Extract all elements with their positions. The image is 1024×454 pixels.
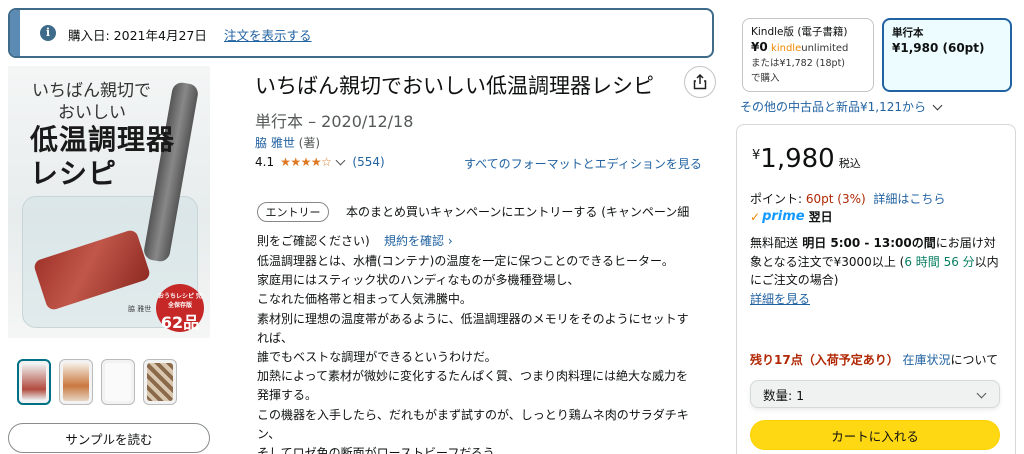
used-and-new-link[interactable]: その他の中古品と新品¥1,121から [740, 98, 949, 115]
description-line: れば、 [257, 330, 294, 345]
author-role: (著) [294, 136, 321, 150]
cover-badge-count: 62品 [160, 313, 200, 332]
points-row: ポイント: 60pt (3%) 詳細はこちら [750, 190, 945, 207]
author-link[interactable]: 脇 雅世 [255, 136, 295, 150]
delivery-info: 無料配送 明日 5:00 - 13:00の間にお届け対象となる注文で¥3000以… [750, 234, 1006, 308]
book-cover-image[interactable]: いちばん親切で おいしい 低温調理器 レシピ 脇 雅世 おうちレシピ 完全保存版… [8, 66, 210, 338]
used-and-new-label: その他の中古品と新品¥1,121から [740, 100, 926, 114]
description-line: そしてロゼ色の断面がローストビーフだろう。 [257, 446, 506, 454]
quantity-select[interactable]: 数量: 1 [750, 380, 1000, 408]
campaign-entry-button[interactable]: エントリー [257, 202, 329, 222]
kindle-unlimited-suffix: unlimited [801, 43, 849, 54]
chevron-down-icon [932, 100, 943, 110]
order-countdown: 6 時間 56 分 [904, 254, 975, 269]
format-option-kindle[interactable]: Kindle版 (電子書籍) ¥0 kindleunlimited または¥1,… [742, 18, 874, 92]
format-price: ¥1,980 (60pt) [892, 41, 985, 55]
campaign-text: 則をご確認ください) [257, 234, 370, 248]
delivery-window: 明日 5:00 - 13:00の間 [798, 236, 936, 250]
cover-badge-caption: おうちレシピ 完全保存版 [157, 293, 203, 309]
stock-status: 残り17点（入荷予定あり） 在庫状況について [750, 351, 998, 368]
format-date: 単行本 – 2020/12/18 [255, 112, 414, 131]
chevron-down-icon [976, 388, 987, 399]
chevron-down-icon[interactable] [335, 155, 346, 166]
rating-value: 4.1 [255, 155, 275, 169]
thumbnail-image [63, 363, 89, 401]
star-rating-icon[interactable]: ★★★★☆ [280, 155, 332, 169]
prime-delivery-day: 翌日 [808, 210, 833, 224]
thumbnail[interactable] [17, 359, 51, 405]
format-price: ¥0 [751, 40, 768, 54]
cover-author: 脇 雅世 [128, 305, 152, 313]
thumbnail[interactable] [143, 359, 177, 405]
free-shipping-label: 無料配送 [750, 236, 799, 250]
thumbnail-image [105, 363, 131, 401]
format-alt-price: または¥1,782 (18pt) [751, 58, 846, 69]
points-value: 60pt (3%) [805, 192, 866, 206]
description-line: ン、 [257, 426, 281, 441]
thumbnail[interactable] [59, 359, 93, 405]
stock-status-link[interactable]: 在庫状況 [903, 353, 951, 367]
description-line: 加熱によって素材が微妙に変化するたんぱく質、つまり肉料理には絶大な威力を [257, 369, 689, 384]
campaign-text: 本のまとめ買いキャンペーンにエントリーする (キャンペーン細 [346, 205, 690, 219]
format-name: Kindle版 (電子書籍) [751, 26, 848, 38]
points-label: ポイント: [750, 192, 806, 206]
description-line: 低温調理器とは、水槽(コンテナ)の温度を一定に保つことのできるヒーター。 [257, 254, 674, 268]
kindle-unlimited-brand: kindle [771, 43, 802, 54]
product-title: いちばん親切でおいしい低温調理器レシピ [255, 74, 654, 98]
quantity-label: 数量: 1 [763, 387, 805, 403]
tax-label: 税込 [838, 157, 861, 170]
stock-status-tail: について [950, 353, 999, 367]
cover-title-line: レシピ [30, 157, 118, 190]
delivery-details-link[interactable]: 詳細を見る [750, 292, 810, 306]
description-line: 誰でもベストな調理ができるというわけだ。 [257, 350, 497, 365]
author-line: 脇 雅世 (著) [255, 134, 320, 151]
rating-row: 4.1 ★★★★☆ (554) [255, 155, 385, 169]
format-alt-price-suffix: で購入 [751, 73, 780, 84]
description-line: この機器を入手したら、だれもがまず試すのが、しっとり鶏ムネ肉のサラダチキ [257, 407, 689, 422]
purchase-date: 購入日: 2021年4月27日 [68, 28, 207, 43]
share-button[interactable] [684, 66, 716, 98]
info-icon: i [40, 25, 56, 41]
price: ¥1,980 税込 [752, 144, 861, 174]
read-sample-button[interactable]: サンプルを読む [8, 423, 210, 453]
review-count-link[interactable]: (554) [352, 155, 384, 169]
product-description: 低温調理器とは、水槽(コンテナ)の温度を一定に保つことのできるヒーター。 家庭用… [257, 252, 719, 454]
thumbnail-image [22, 364, 46, 400]
add-to-cart-button[interactable]: カートに入れる [750, 420, 1000, 450]
format-option-tankobon[interactable]: 単行本 ¥1,980 (60pt) [882, 18, 1012, 92]
price-amount: 1,980 [760, 144, 835, 174]
format-name: 単行本 [892, 27, 924, 39]
view-order-link[interactable]: 注文を表示する [224, 25, 312, 44]
prime-logo: prime [762, 209, 805, 224]
stock-count: 残り17点（入荷予定あり） [750, 353, 899, 367]
prime-badge: ✓ prime 翌日 [750, 208, 833, 225]
description-line: 素材別に理想の温度帯があるように、低温調理器のメモリをそのようにセットす [257, 311, 689, 326]
currency-symbol: ¥ [752, 148, 761, 163]
banner-accent-bar [10, 10, 20, 56]
terms-link[interactable]: 規約を確認 › [384, 232, 453, 249]
description-line: 家庭用にはスティック状のハンディなものが多機種登場し、 [257, 273, 580, 288]
thumbnail[interactable] [101, 359, 135, 405]
purchase-banner: i 購入日: 2021年4月27日 注文を表示する [8, 8, 714, 58]
kindle-unlimited-logo: kindleunlimited [771, 43, 848, 54]
checkmark-icon: ✓ [750, 209, 761, 224]
thumbnail-image [147, 363, 173, 401]
description-line: こなれた価格帯と相まって人気沸騰中。 [257, 292, 472, 307]
share-icon [693, 74, 707, 90]
points-details-link[interactable]: 詳細はこちら [873, 192, 945, 206]
all-formats-link[interactable]: すべてのフォーマットとエディションを見る [464, 155, 702, 172]
cover-badge: おうちレシピ 完全保存版 62品 [156, 284, 204, 332]
description-line: 発揮する。 [257, 388, 318, 403]
